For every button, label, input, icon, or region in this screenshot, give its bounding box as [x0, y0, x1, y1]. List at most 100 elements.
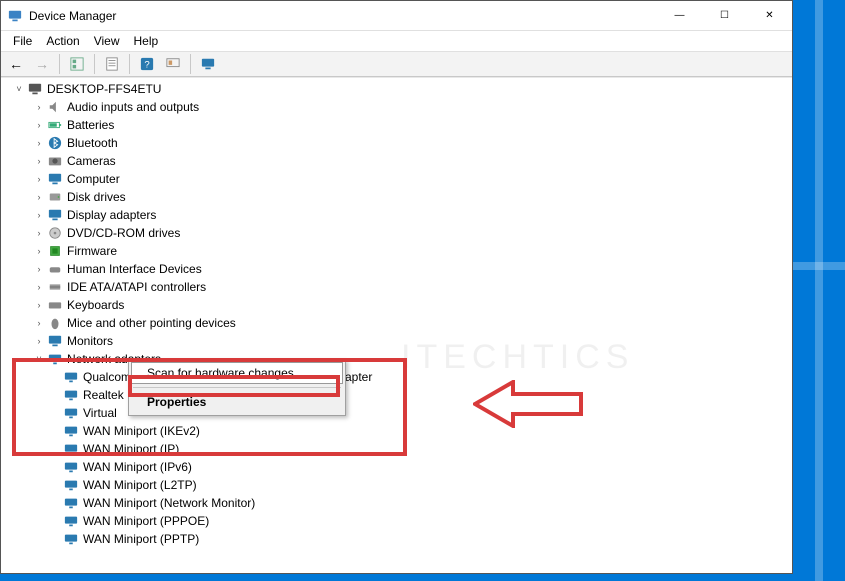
chevron-right-icon[interactable]: ›	[33, 191, 45, 203]
chevron-right-icon[interactable]: ›	[33, 299, 45, 311]
category-bluetooth[interactable]: › Bluetooth	[5, 134, 792, 152]
dvd-icon	[47, 225, 63, 241]
monitor-icon	[47, 333, 63, 349]
device-wan-miniport-network-monitor-[interactable]: WAN Miniport (Network Monitor)	[5, 494, 792, 512]
chevron-right-icon[interactable]: ›	[33, 245, 45, 257]
category-label: Cameras	[67, 154, 116, 168]
disk-icon	[47, 189, 63, 205]
category-label: Mice and other pointing devices	[67, 316, 236, 330]
device-label: WAN Miniport (L2TP)	[83, 478, 197, 492]
category-label: Bluetooth	[67, 136, 118, 150]
category-label: Human Interface Devices	[67, 262, 202, 276]
show-hide-tree-button[interactable]	[66, 53, 88, 75]
network-adapter-icon	[63, 495, 79, 511]
device-tree[interactable]: ˅ DESKTOP-FFS4ETU › Audio inputs and outp…	[1, 78, 792, 569]
category-batteries[interactable]: › Batteries	[5, 116, 792, 134]
category-label: Batteries	[67, 118, 114, 132]
toolbar-separator	[129, 54, 130, 74]
network-adapter-icon	[63, 477, 79, 493]
firmware-icon	[47, 243, 63, 259]
toolbar-separator	[190, 54, 191, 74]
root-label: DESKTOP-FFS4ETU	[47, 82, 161, 96]
category-mice-and-other-pointing-devices[interactable]: › Mice and other pointing devices	[5, 314, 792, 332]
titlebar: Device Manager — ☐ ✕	[1, 1, 792, 31]
chevron-right-icon[interactable]: ›	[33, 101, 45, 113]
category-label: Audio inputs and outputs	[67, 100, 199, 114]
category-cameras[interactable]: › Cameras	[5, 152, 792, 170]
menu-help[interactable]: Help	[128, 33, 165, 49]
keyboard-icon	[47, 297, 63, 313]
device-wan-miniport-l2tp-[interactable]: WAN Miniport (L2TP)	[5, 476, 792, 494]
chevron-right-icon[interactable]: ›	[33, 173, 45, 185]
mouse-icon	[47, 315, 63, 331]
context-menu-separator	[133, 387, 341, 388]
toolbar: ← → ?	[1, 51, 792, 77]
monitor-toolbar-button[interactable]	[197, 53, 219, 75]
device-realtek[interactable]: Realtek	[5, 386, 792, 404]
app-icon	[7, 8, 23, 24]
forward-button[interactable]: →	[31, 53, 53, 75]
device-wan-miniport-ipv6-[interactable]: WAN Miniport (IPv6)	[5, 458, 792, 476]
root-node[interactable]: ˅ DESKTOP-FFS4ETU	[5, 80, 792, 98]
chevron-right-icon[interactable]: ›	[33, 155, 45, 167]
network-adapter-icon	[63, 405, 79, 421]
menu-view[interactable]: View	[88, 33, 126, 49]
chevron-right-icon[interactable]: ›	[33, 335, 45, 347]
category-keyboards[interactable]: › Keyboards	[5, 296, 792, 314]
maximize-button[interactable]: ☐	[702, 1, 747, 30]
scan-hardware-toolbar-button[interactable]	[162, 53, 184, 75]
chevron-down-icon[interactable]: ˅	[33, 353, 45, 365]
device-qualcomm[interactable]: Qualcomm apter	[5, 368, 792, 386]
computer-icon	[27, 81, 43, 97]
menu-file[interactable]: File	[7, 33, 38, 49]
minimize-button[interactable]: —	[657, 1, 702, 30]
properties-toolbar-button[interactable]	[101, 53, 123, 75]
category-label: DVD/CD-ROM drives	[67, 226, 180, 240]
device-manager-window: Device Manager — ☐ ✕ File Action View He…	[0, 0, 793, 574]
device-label: WAN Miniport (IPv6)	[83, 460, 192, 474]
category-network-adapters[interactable]: ˅ Network adapters	[5, 350, 792, 368]
device-label: WAN Miniport (PPPOE)	[83, 514, 209, 528]
device-wan-miniport-ip-[interactable]: WAN Miniport (IP)	[5, 440, 792, 458]
chevron-right-icon[interactable]: ›	[33, 263, 45, 275]
network-adapter-icon	[63, 459, 79, 475]
category-firmware[interactable]: ›Firmware	[5, 242, 792, 260]
device-wan-miniport-pptp-[interactable]: WAN Miniport (PPTP)	[5, 530, 792, 548]
device-wan-miniport-pppoe-[interactable]: WAN Miniport (PPPOE)	[5, 512, 792, 530]
category-ide-ata-atapi-controllers[interactable]: › IDE ATA/ATAPI controllers	[5, 278, 792, 296]
category-dvd-cd-rom-drives[interactable]: › DVD/CD-ROM drives	[5, 224, 792, 242]
display-icon	[47, 207, 63, 223]
chevron-right-icon[interactable]: ›	[33, 137, 45, 149]
category-monitors[interactable]: ›Monitors	[5, 332, 792, 350]
category-label: Disk drives	[67, 190, 126, 204]
category-label: IDE ATA/ATAPI controllers	[67, 280, 206, 294]
close-button[interactable]: ✕	[747, 1, 792, 30]
chevron-right-icon[interactable]: ›	[33, 281, 45, 293]
speaker-icon	[47, 99, 63, 115]
chevron-right-icon[interactable]: ›	[33, 317, 45, 329]
ctx-scan-hardware[interactable]: Scan for hardware changes	[131, 362, 343, 384]
category-computer[interactable]: › Computer	[5, 170, 792, 188]
category-display-adapters[interactable]: › Display adapters	[5, 206, 792, 224]
category-label: Display adapters	[67, 208, 156, 222]
chevron-down-icon[interactable]: ˅	[13, 83, 25, 95]
back-button[interactable]: ←	[5, 53, 27, 75]
device-label: WAN Miniport (Network Monitor)	[83, 496, 255, 510]
device-virtual[interactable]: Virtual	[5, 404, 792, 422]
category-label: Computer	[67, 172, 120, 186]
ide-icon	[47, 279, 63, 295]
category-label: Keyboards	[67, 298, 124, 312]
menu-action[interactable]: Action	[40, 33, 85, 49]
category-human-interface-devices[interactable]: › Human Interface Devices	[5, 260, 792, 278]
help-toolbar-button[interactable]: ?	[136, 53, 158, 75]
chevron-right-icon[interactable]: ›	[33, 209, 45, 221]
chevron-right-icon[interactable]: ›	[33, 227, 45, 239]
tree-area: ˅ DESKTOP-FFS4ETU › Audio inputs and outp…	[1, 77, 792, 569]
device-label: WAN Miniport (PPTP)	[83, 532, 199, 546]
category-disk-drives[interactable]: › Disk drives	[5, 188, 792, 206]
category-audio-inputs-and-outputs[interactable]: › Audio inputs and outputs	[5, 98, 792, 116]
device-wan-miniport-ikev2-[interactable]: WAN Miniport (IKEv2)	[5, 422, 792, 440]
chevron-right-icon[interactable]: ›	[33, 119, 45, 131]
hid-icon	[47, 261, 63, 277]
ctx-properties[interactable]: Properties	[131, 391, 343, 413]
